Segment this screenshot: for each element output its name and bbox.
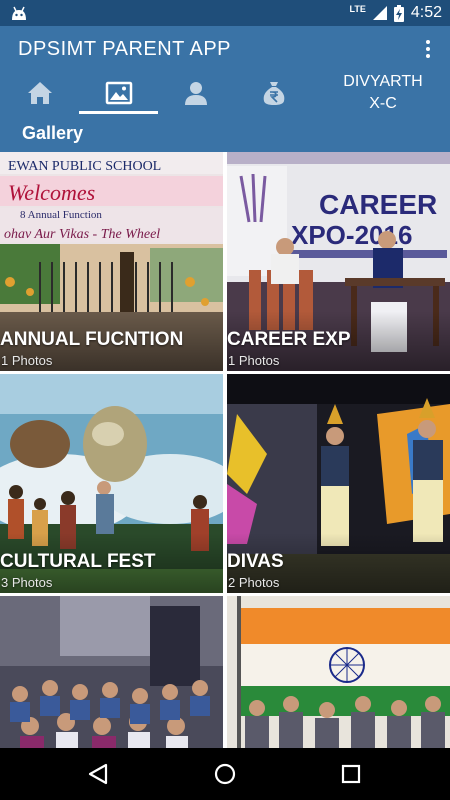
person-icon: [185, 82, 207, 105]
album-tile[interactable]: CULTURAL FEST 3 Photos: [0, 374, 223, 593]
overflow-menu-icon[interactable]: [424, 40, 432, 60]
system-nav-bar: [0, 748, 450, 800]
album-grid: EWAN PUBLIC SCHOOL Welcomes 8 Annual Fun…: [0, 152, 450, 748]
svg-text:Welcomes: Welcomes: [8, 180, 95, 205]
rupee-bag-icon: [263, 82, 285, 105]
tab-profile[interactable]: [170, 70, 222, 116]
svg-text:8 Annual Function: 8 Annual Function: [20, 209, 102, 221]
album-title: ANNUAL FUCNTION: [0, 329, 184, 350]
album-photo-count: 1 Photos: [228, 353, 280, 368]
album-photo-count: 2 Photos: [228, 575, 280, 590]
recents-square-icon: [341, 764, 361, 784]
album-thumbnail: [227, 596, 450, 748]
album-title: DIVAS: [227, 551, 284, 572]
tab-indicator: [79, 111, 158, 114]
recents-button[interactable]: [321, 748, 381, 800]
tab-gallery[interactable]: [79, 70, 158, 116]
album-tile[interactable]: EWAN PUBLIC SCHOOL Welcomes 8 Annual Fun…: [0, 152, 223, 371]
signal-icon: [372, 6, 387, 20]
network-type: LTE: [349, 3, 366, 14]
album-tile[interactable]: [0, 596, 223, 748]
tab-fees[interactable]: [248, 70, 300, 116]
home-button[interactable]: [195, 748, 255, 800]
album-thumbnail: [0, 596, 223, 748]
album-tile[interactable]: DIVAS 2 Photos: [227, 374, 450, 593]
svg-text:ohav Aur Vikas - The Wheel: ohav Aur Vikas - The Wheel: [4, 227, 160, 242]
app-title: DPSIMT PARENT APP: [18, 38, 232, 60]
back-button[interactable]: [68, 748, 128, 800]
clock: 4:52: [410, 4, 442, 21]
album-title: CAREER EXP: [227, 329, 351, 350]
android-icon: [12, 6, 26, 20]
home-circle-icon: [214, 763, 236, 785]
battery-charging-icon: [393, 4, 404, 22]
app-bar: DPSIMT PARENT APP DIVYARTH X-C Gallery: [0, 26, 450, 152]
album-tile[interactable]: CAREER XPO-2016 CAREER EXP 1 Photos: [227, 152, 450, 371]
back-triangle-icon: [88, 763, 108, 785]
album-photo-count: 3 Photos: [1, 575, 53, 590]
status-bar: LTE 4:52: [0, 0, 450, 26]
student-class: X-C: [369, 95, 397, 112]
svg-text:EWAN PUBLIC SCHOOL: EWAN PUBLIC SCHOOL: [8, 159, 161, 174]
tab-bar: DIVYARTH X-C: [0, 70, 450, 118]
tab-home[interactable]: [14, 70, 66, 116]
home-icon: [28, 82, 52, 104]
student-name: DIVYARTH: [343, 73, 423, 90]
section-title: Gallery: [22, 123, 84, 143]
album-title: CULTURAL FEST: [0, 551, 156, 572]
svg-text:CAREER: CAREER: [319, 189, 437, 220]
student-selector[interactable]: DIVYARTH X-C: [330, 70, 436, 116]
album-tile[interactable]: [227, 596, 450, 748]
gallery-icon: [105, 81, 132, 105]
album-photo-count: 1 Photos: [1, 353, 53, 368]
